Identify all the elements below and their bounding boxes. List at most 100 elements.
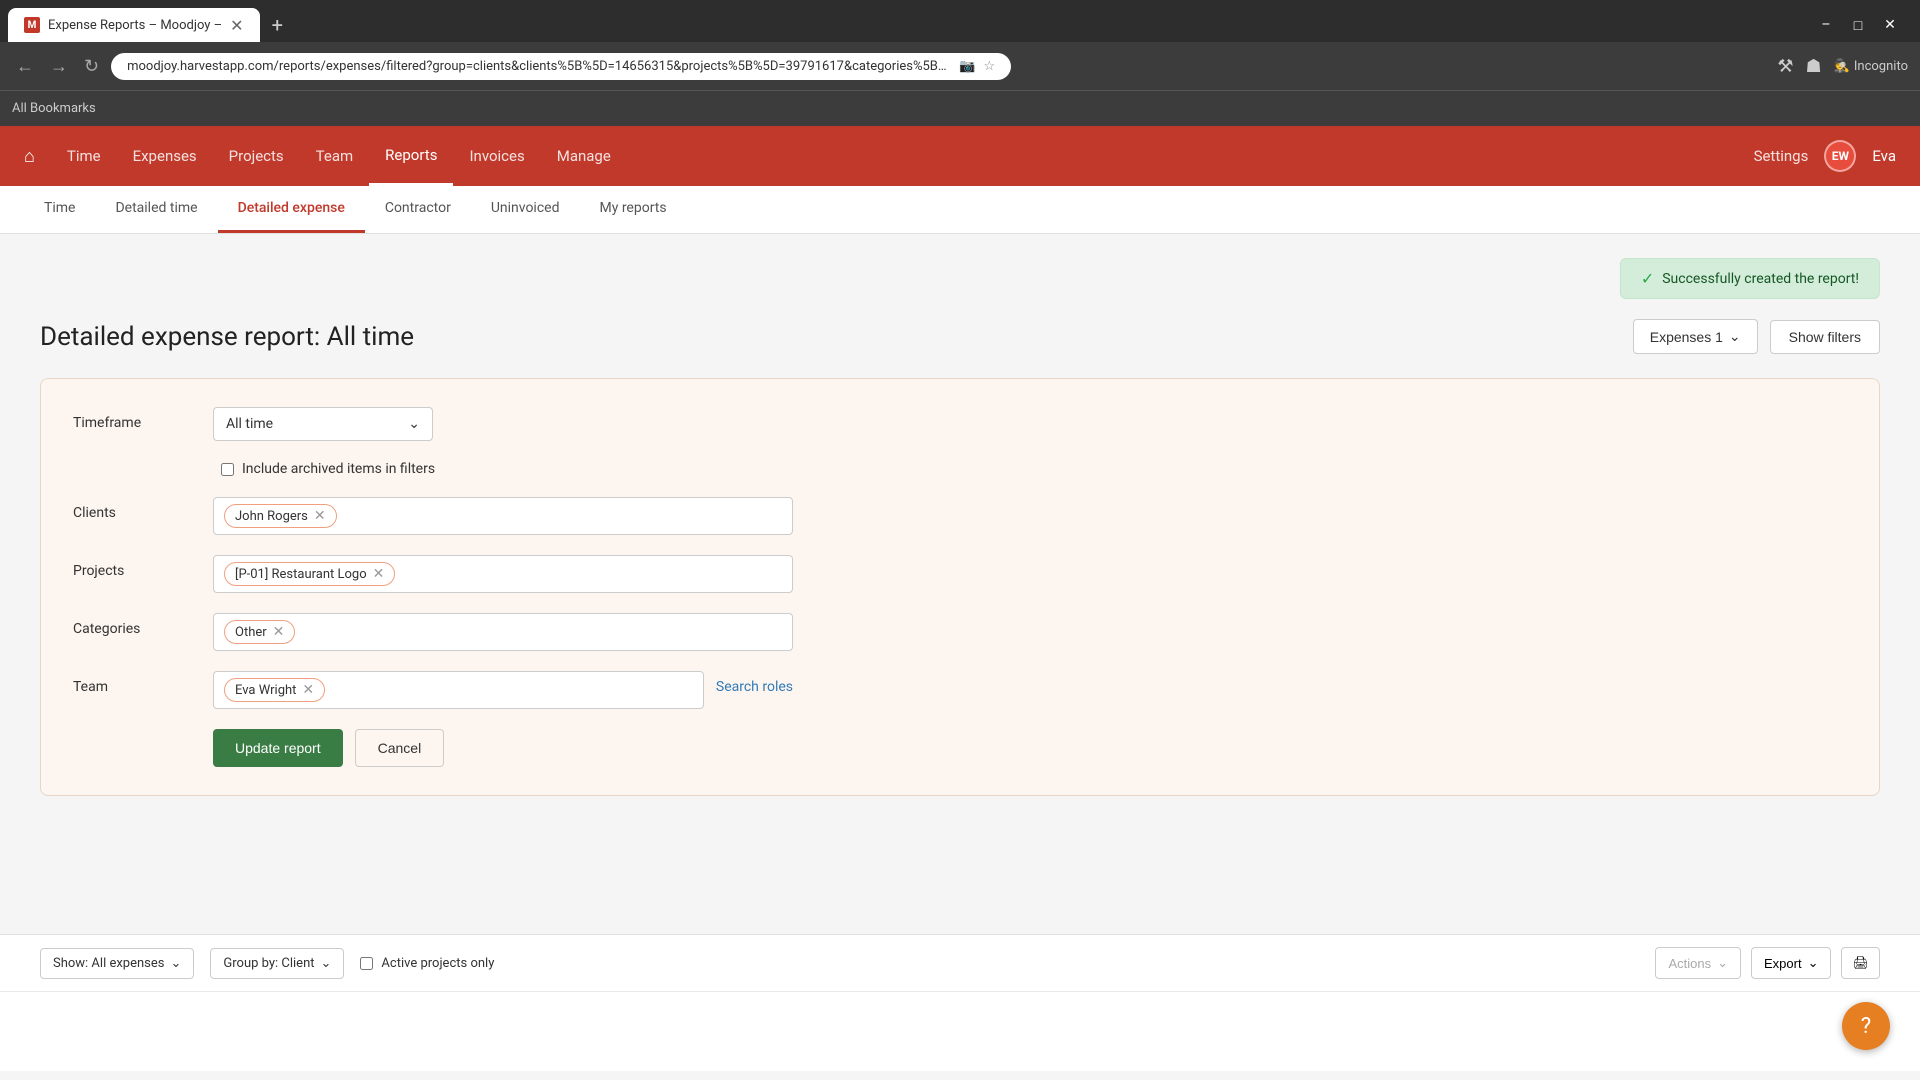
team-tag-input[interactable]: Eva Wright ✕ <box>213 671 704 709</box>
team-input: Eva Wright ✕ Search roles <box>213 671 793 709</box>
chevron-down-icon: ⌄ <box>1729 328 1741 345</box>
home-icon[interactable]: ⌂ <box>24 146 35 167</box>
incognito-icon: 🕵 <box>1834 59 1850 74</box>
print-icon: 🖨 <box>1852 955 1869 970</box>
projects-input: [P-01] Restaurant Logo ✕ <box>213 555 793 593</box>
client-tag-label: John Rogers <box>235 509 308 524</box>
update-report-btn[interactable]: Update report <box>213 729 343 767</box>
address-icons: 📷 ☆ <box>959 59 995 74</box>
active-projects-checkbox[interactable] <box>360 957 373 970</box>
minimize-btn[interactable]: – <box>1812 11 1840 39</box>
team-row: Team Eva Wright ✕ Search roles <box>73 671 1847 709</box>
maximize-btn[interactable]: □ <box>1844 11 1872 39</box>
expenses-btn-label: Expenses 1 <box>1650 329 1723 345</box>
include-archived-row: Include archived items in filters <box>73 461 1847 477</box>
user-avatar: EW <box>1824 140 1856 172</box>
bookmarks-label[interactable]: All Bookmarks <box>12 101 96 116</box>
toast-message: Successfully created the report! <box>1662 271 1859 287</box>
page-header: Detailed expense report: All time Expens… <box>40 319 1880 354</box>
nav-team[interactable]: Team <box>300 126 370 186</box>
expenses-dropdown-btn[interactable]: Expenses 1 ⌄ <box>1633 319 1758 354</box>
categories-input: Other ✕ <box>213 613 793 651</box>
active-projects-checkbox-row[interactable]: Active projects only <box>360 956 494 971</box>
category-tag-label: Other <box>235 625 267 640</box>
reload-btn[interactable]: ↻ <box>80 52 103 81</box>
show-dropdown[interactable]: Show: All expenses ⌄ <box>40 948 194 979</box>
nav-manage[interactable]: Manage <box>541 126 627 186</box>
app: ⌂ Time Expenses Projects Team Reports In… <box>0 126 1920 1071</box>
extension-icon: ⚒ <box>1777 56 1793 77</box>
search-roles-link[interactable]: Search roles <box>716 671 793 695</box>
settings-link[interactable]: Settings <box>1754 147 1809 165</box>
timeframe-label: Timeframe <box>73 407 213 431</box>
report-content <box>0 991 1920 1071</box>
favicon: M <box>24 17 40 33</box>
address-bar: ← → ↻ moodjoy.harvestapp.com/reports/exp… <box>0 42 1920 90</box>
page-title: Detailed expense report: All time <box>40 322 414 352</box>
chevron-down-icon: ⌄ <box>321 956 332 971</box>
forward-btn[interactable]: → <box>46 52 72 81</box>
chevron-down-icon: ⌄ <box>1808 955 1819 971</box>
projects-tag-input[interactable]: [P-01] Restaurant Logo ✕ <box>213 555 793 593</box>
remove-category-tag-btn[interactable]: ✕ <box>273 624 285 640</box>
timeframe-select[interactable]: All time ⌄ <box>213 407 433 441</box>
chevron-down-icon: ⌄ <box>1717 955 1728 971</box>
remove-team-tag-btn[interactable]: ✕ <box>302 682 314 698</box>
categories-tag-input[interactable]: Other ✕ <box>213 613 793 651</box>
nav-reports[interactable]: Reports <box>369 126 453 186</box>
clients-tag-input[interactable]: John Rogers ✕ <box>213 497 793 535</box>
timeframe-value: All time <box>226 416 273 432</box>
address-input[interactable]: moodjoy.harvestapp.com/reports/expenses/… <box>111 53 1011 80</box>
nav-projects[interactable]: Projects <box>213 126 300 186</box>
nav-time[interactable]: Time <box>51 126 117 186</box>
export-dropdown-btn[interactable]: Export ⌄ <box>1751 947 1831 979</box>
profile-icon[interactable]: ☗ <box>1806 56 1822 77</box>
tab-contractor[interactable]: Contractor <box>365 186 471 233</box>
projects-row: Projects [P-01] Restaurant Logo ✕ <box>73 555 1847 593</box>
back-btn[interactable]: ← <box>12 52 38 81</box>
categories-row: Categories Other ✕ <box>73 613 1847 651</box>
tab-detailed-expense[interactable]: Detailed expense <box>218 186 365 233</box>
incognito-badge: 🕵 Incognito <box>1834 59 1908 74</box>
new-tab-btn[interactable]: + <box>264 9 291 41</box>
nav-expenses[interactable]: Expenses <box>117 126 213 186</box>
success-toast: ✓ Successfully created the report! <box>1620 258 1880 299</box>
tab-my-reports[interactable]: My reports <box>580 186 687 233</box>
export-label: Export <box>1764 956 1802 971</box>
group-by-dropdown[interactable]: Group by: Client ⌄ <box>210 948 344 979</box>
actions-label: Actions <box>1668 956 1711 971</box>
tab-time[interactable]: Time <box>24 186 95 233</box>
bookmark-icon[interactable]: ☆ <box>983 59 995 74</box>
close-window-btn[interactable]: ✕ <box>1876 11 1904 39</box>
include-archived-label[interactable]: Include archived items in filters <box>242 461 435 477</box>
clients-input: John Rogers ✕ <box>213 497 793 535</box>
content-area: ✓ Successfully created the report! Detai… <box>0 234 1920 934</box>
include-archived-checkbox[interactable] <box>221 463 234 476</box>
show-filters-btn[interactable]: Show filters <box>1770 320 1880 354</box>
tab-uninvoiced[interactable]: Uninvoiced <box>471 186 580 233</box>
filter-actions: Update report Cancel <box>73 729 1847 767</box>
page-actions: Expenses 1 ⌄ Show filters <box>1633 319 1880 354</box>
active-projects-label: Active projects only <box>381 956 494 971</box>
close-tab-btn[interactable]: ✕ <box>230 16 243 35</box>
actions-dropdown-btn[interactable]: Actions ⌄ <box>1655 947 1741 979</box>
help-btn[interactable]: ? <box>1842 1002 1890 1050</box>
browser-right-icons: ⚒ ☗ 🕵 Incognito <box>1777 56 1908 77</box>
nav-right: Settings EW Eva <box>1754 140 1896 172</box>
categories-label: Categories <box>73 613 213 637</box>
category-tag-other: Other ✕ <box>224 620 295 644</box>
remove-project-tag-btn[interactable]: ✕ <box>373 566 385 582</box>
project-tag-label: [P-01] Restaurant Logo <box>235 567 367 582</box>
group-by-label: Group by: Client <box>223 956 314 971</box>
clients-label: Clients <box>73 497 213 521</box>
nav-invoices[interactable]: Invoices <box>453 126 540 186</box>
remove-client-tag-btn[interactable]: ✕ <box>314 508 326 524</box>
timeframe-input: All time ⌄ <box>213 407 793 441</box>
user-name[interactable]: Eva <box>1872 147 1896 165</box>
active-tab[interactable]: M Expense Reports – Moodjoy – ✕ <box>8 8 260 42</box>
cancel-btn[interactable]: Cancel <box>355 729 445 767</box>
print-btn[interactable]: 🖨 <box>1841 947 1880 979</box>
check-icon: ✓ <box>1641 269 1654 288</box>
team-tag-eva-wright: Eva Wright ✕ <box>224 678 325 702</box>
tab-detailed-time[interactable]: Detailed time <box>95 186 217 233</box>
